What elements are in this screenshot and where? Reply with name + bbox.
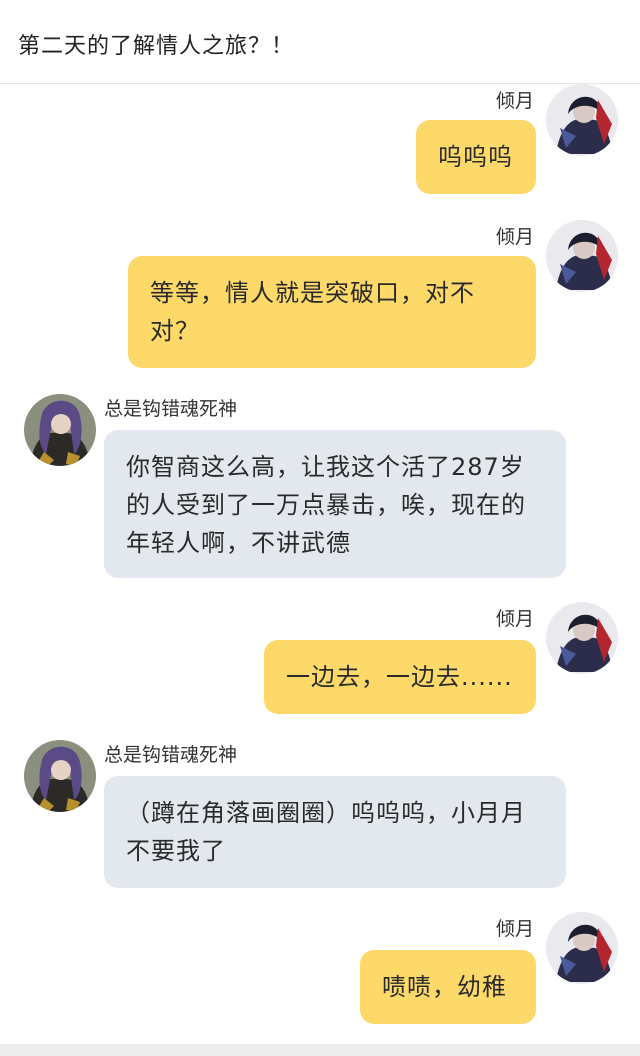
message-bubble[interactable]: 等等，情人就是突破口，对不对？ (128, 256, 536, 368)
contact-avatar-image (24, 394, 96, 466)
self-avatar[interactable] (546, 84, 618, 156)
sender-name: 总是钩错魂死神 (104, 744, 238, 766)
chat-header: 第二天的了解情人之旅？！ (0, 0, 640, 84)
message-bubble[interactable]: （蹲在角落画圈圈）呜呜呜，小月月不要我了 (104, 776, 566, 888)
self-avatar[interactable] (546, 220, 618, 292)
sender-name: 倾月 (495, 918, 534, 940)
self-avatar-image (546, 84, 618, 156)
contact-avatar[interactable] (24, 740, 96, 812)
self-avatar[interactable] (546, 602, 618, 674)
sender-name: 倾月 (495, 226, 534, 248)
message-bubble[interactable]: 你智商这么高，让我这个活了287岁的人受到了一万点暴击，唉，现在的年轻人啊，不讲… (104, 430, 566, 578)
contact-avatar[interactable] (24, 394, 96, 466)
message-bubble[interactable]: 啧啧，幼稚 (360, 950, 536, 1024)
bottom-edge (0, 1044, 640, 1056)
chat-title: 第二天的了解情人之旅？！ (18, 34, 295, 59)
sender-name: 总是钩错魂死神 (104, 398, 238, 420)
message-bubble[interactable]: 一边去，一边去...... (264, 640, 536, 714)
self-avatar[interactable] (546, 912, 618, 984)
self-avatar-image (546, 602, 618, 674)
message-bubble[interactable]: 呜呜呜 (416, 120, 536, 194)
contact-avatar-image (24, 740, 96, 812)
message-list[interactable]: 倾月 呜呜呜 倾月 等等，情人就是突破口，对不对？ 总是钩错魂死神 你智商这么高… (0, 84, 640, 1044)
sender-name: 倾月 (495, 608, 534, 630)
sender-name: 倾月 (495, 90, 534, 112)
self-avatar-image (546, 912, 618, 984)
self-avatar-image (546, 220, 618, 292)
